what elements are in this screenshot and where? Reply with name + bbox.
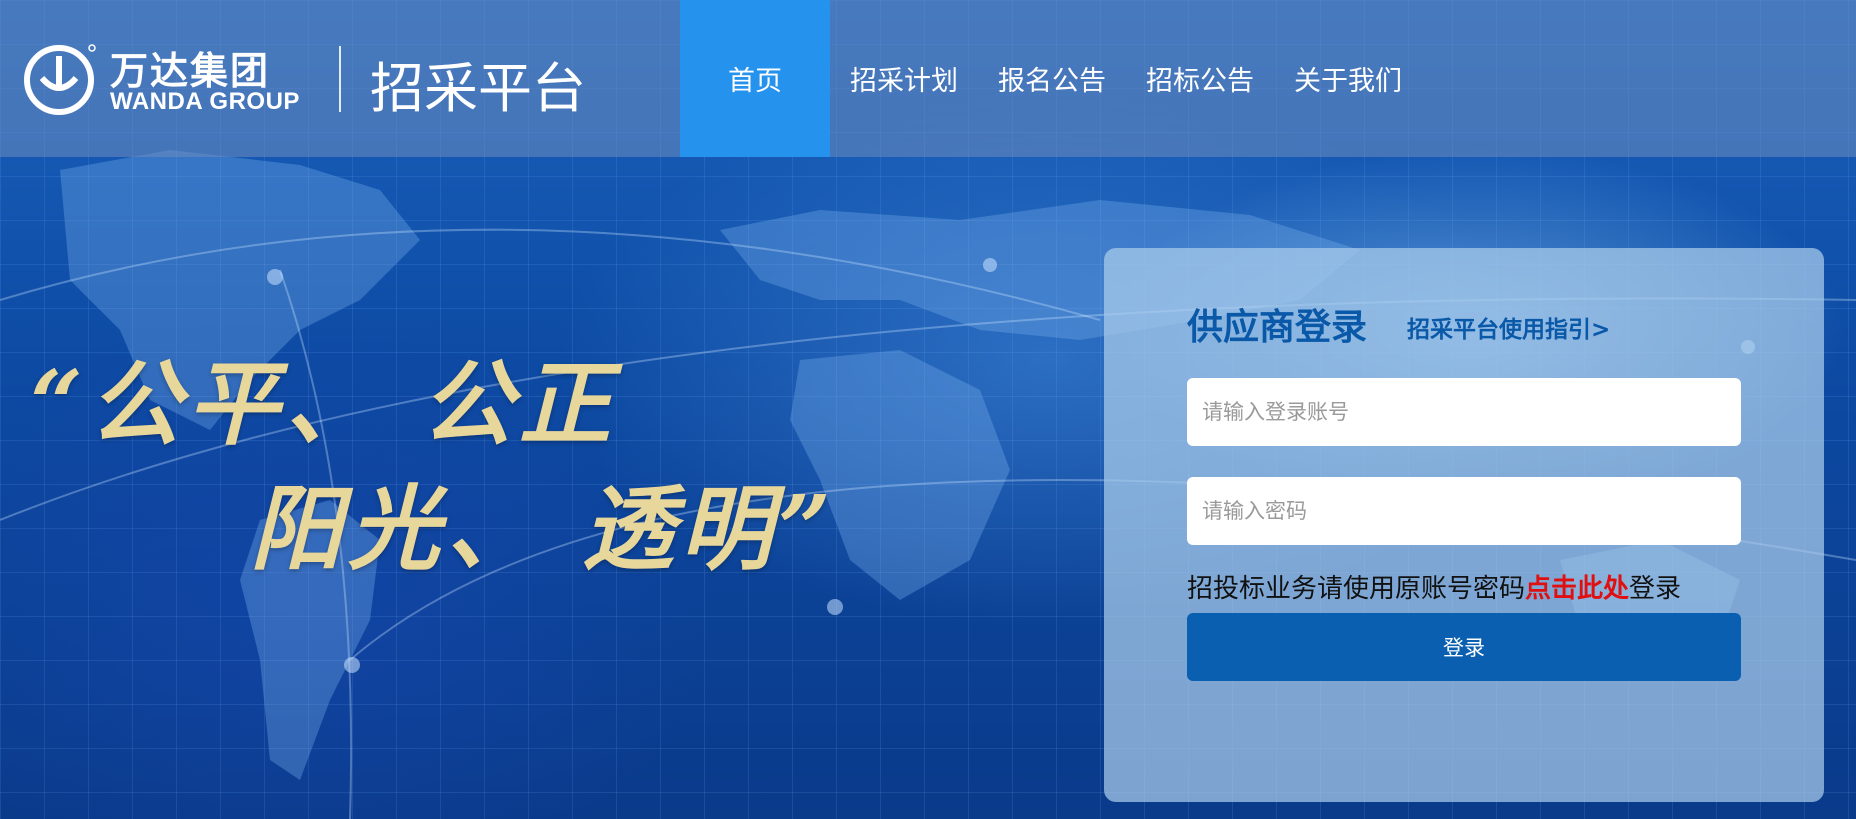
main-nav: 首页 招采计划 报名公告 招标公告 关于我们 (680, 0, 1422, 157)
notice-text-before: 招投标业务请使用原账号密码 (1187, 574, 1526, 604)
username-input[interactable] (1187, 378, 1741, 446)
nav-item-about-us[interactable]: 关于我们 (1274, 0, 1422, 157)
password-input[interactable] (1187, 477, 1741, 545)
login-button[interactable]: 登录 (1187, 613, 1741, 681)
brand-name-cn: 万达集团 (110, 49, 271, 93)
nav-item-registration-notice[interactable]: 报名公告 (978, 0, 1126, 157)
slogan-line-2: 阳光、 透明” (250, 475, 837, 583)
wanda-logo-icon[interactable] (22, 40, 100, 118)
legacy-login-link[interactable]: 点击此处 (1525, 574, 1629, 604)
brand-name-en: WANDA GROUP (110, 88, 300, 115)
slogan-line-1: “公平、 公正 (30, 350, 617, 458)
login-title: 供应商登录 (1187, 307, 1368, 348)
supplier-login-panel: 供应商登录 招采平台使用指引> 招投标业务请使用原账号密码点击此处登录 登录 (1104, 248, 1824, 802)
nav-item-tender-notice[interactable]: 招标公告 (1126, 0, 1274, 157)
platform-title: 招采平台 (370, 57, 586, 120)
platform-guide-link[interactable]: 招采平台使用指引> (1407, 310, 1610, 344)
nav-item-home[interactable]: 首页 (680, 0, 830, 157)
header-bar: 万达集团 WANDA GROUP 招采平台 首页 招采计划 报名公告 招标公告 … (0, 0, 1856, 157)
nav-item-procurement-plan[interactable]: 招采计划 (830, 0, 978, 157)
notice-text-after: 登录 (1629, 574, 1682, 604)
legacy-login-notice: 招投标业务请使用原账号密码点击此处登录 (1187, 568, 1681, 605)
header-divider (339, 46, 341, 112)
